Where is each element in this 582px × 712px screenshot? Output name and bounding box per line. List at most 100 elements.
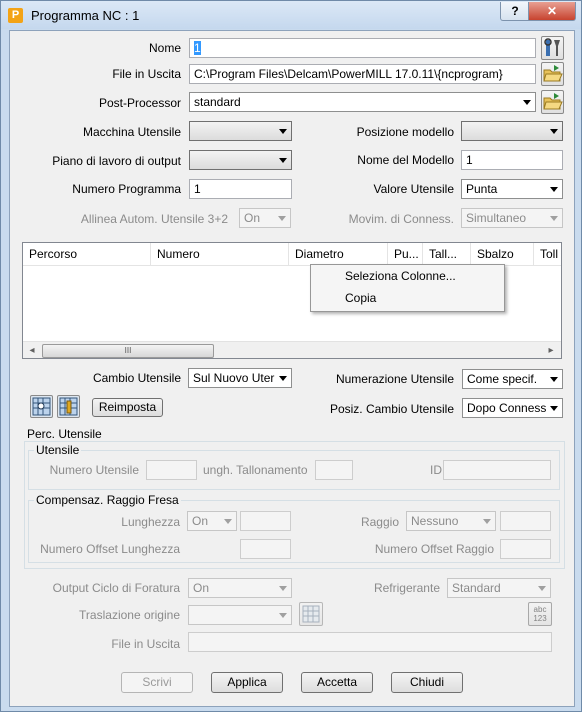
abc-123-icon[interactable]: abc 123 (528, 602, 552, 626)
numero-utensile-input[interactable] (146, 460, 197, 480)
lunghezza-label: Lunghezza (121, 515, 180, 529)
cambio-utensile-value: Sul Nuovo Uter (193, 371, 275, 385)
numerazione-utensile-label: Numerazione Utensile (335, 372, 454, 386)
file-uscita-bottom-label: File in Uscita (111, 637, 180, 651)
valore-utensile-value: Punta (466, 182, 498, 196)
grid-settings-icon[interactable] (30, 395, 53, 418)
tools-icon[interactable] (541, 36, 564, 60)
file-uscita-bottom-input[interactable] (188, 632, 552, 652)
chevron-down-icon (550, 187, 558, 192)
chevron-down-icon (279, 158, 287, 163)
chiudi-button[interactable]: Chiudi (391, 672, 463, 693)
chevron-down-icon (550, 377, 558, 382)
id-input[interactable] (443, 460, 551, 480)
folder-open-icon[interactable] (541, 90, 564, 114)
file-uscita-label: File in Uscita (112, 67, 181, 81)
raggio-value: Nessuno (411, 514, 459, 528)
dialog-window: P Programma NC : 1 ? ✕ Nome 1 File in Us… (0, 0, 582, 712)
nome-modello-input[interactable]: 1 (461, 150, 563, 170)
column-header[interactable]: Pu... (388, 243, 423, 265)
traslazione-label: Traslazione origine (79, 608, 180, 622)
app-icon: P (8, 8, 23, 23)
horizontal-scrollbar[interactable]: ◂ III ▸ (23, 341, 561, 358)
output-ciclo-label: Output Ciclo di Foratura (52, 581, 180, 595)
file-uscita-input[interactable]: C:\Program Files\Delcam\PowerMILL 17.0.1… (189, 64, 536, 84)
scrivi-button[interactable]: Scrivi (121, 672, 193, 693)
numero-utensile-label: Numero Utensile (49, 463, 139, 477)
close-button[interactable]: ✕ (528, 2, 576, 21)
reimposta-button[interactable]: Reimposta (92, 398, 163, 417)
lunghezza-select[interactable]: On (187, 511, 237, 531)
column-header[interactable]: Percorso (23, 243, 151, 265)
numero-programma-input[interactable]: 1 (189, 179, 292, 199)
table-header: Percorso Numero Diametro Pu... Tall... S… (23, 243, 561, 266)
raggio-label: Raggio (360, 515, 399, 529)
cambio-utensile-select[interactable]: Sul Nuovo Uter (188, 368, 292, 388)
help-button[interactable]: ? (500, 2, 530, 21)
compensaz-group-title: Compensaz. Raggio Fresa (34, 493, 181, 507)
lungh-tallonamento-label: ungh. Tallonamento (203, 463, 308, 477)
scroll-right-icon[interactable]: ▸ (545, 342, 557, 358)
applica-button[interactable]: Applica (211, 672, 283, 693)
raggio-input[interactable] (500, 511, 551, 531)
chevron-down-icon (523, 100, 531, 105)
numerazione-utensile-select[interactable]: Come specif. (462, 369, 563, 389)
posiz-cambio-select[interactable]: Dopo Conness (462, 398, 563, 418)
num-offset-raggio-input[interactable] (500, 539, 551, 559)
nome-modello-label: Nome del Modello (357, 153, 454, 167)
posizione-modello-select[interactable] (461, 121, 563, 141)
num-offset-raggio-label: Numero Offset Raggio (374, 542, 494, 556)
title-bar: P Programma NC : 1 ? ✕ (1, 1, 581, 29)
macchina-label: Macchina Utensile (82, 125, 181, 139)
nome-input[interactable]: 1 (189, 38, 536, 58)
allinea-label: Allinea Autom. Utensile 3+2 (80, 212, 228, 226)
column-header[interactable]: Sbalzo (471, 243, 534, 265)
chevron-down-icon (278, 216, 286, 221)
utensile-group-title: Utensile (34, 443, 82, 457)
post-processor-select[interactable]: standard (189, 92, 536, 112)
lunghezza-input[interactable] (240, 511, 291, 531)
scroll-left-icon[interactable]: ◂ (26, 342, 38, 358)
numero-programma-label: Numero Programma (72, 182, 181, 196)
window-title: Programma NC : 1 (31, 8, 140, 23)
chevron-down-icon (279, 129, 287, 134)
output-ciclo-select[interactable]: On (188, 578, 292, 598)
scroll-thumb[interactable]: III (42, 344, 214, 358)
num-text: 123 (533, 614, 547, 623)
folder-open-icon[interactable] (541, 62, 564, 86)
menu-item-copia[interactable]: Copia (345, 291, 376, 305)
allinea-select[interactable]: On (239, 208, 291, 228)
numerazione-utensile-value: Come specif. (467, 372, 538, 386)
column-header[interactable]: Tall... (423, 243, 471, 265)
chevron-down-icon (538, 586, 546, 591)
raggio-select[interactable]: Nessuno (406, 511, 496, 531)
refrigerante-label: Refrigerante (373, 581, 440, 595)
workplane-grid-icon[interactable] (299, 602, 323, 626)
num-offset-lunghezza-input[interactable] (240, 539, 291, 559)
tool-table-icon[interactable] (57, 395, 80, 418)
column-header[interactable]: Diametro (289, 243, 388, 265)
valore-utensile-select[interactable]: Punta (461, 179, 563, 199)
chevron-down-icon (224, 519, 232, 524)
nome-value: 1 (194, 41, 201, 55)
chevron-down-icon (550, 406, 558, 411)
accetta-button[interactable]: Accetta (301, 672, 373, 693)
lunghezza-value: On (192, 514, 209, 528)
column-header[interactable]: Numero (151, 243, 289, 265)
movim-value: Simultaneo (466, 211, 527, 225)
piano-select[interactable] (189, 150, 292, 170)
post-processor-value: standard (194, 95, 241, 109)
movim-select[interactable]: Simultaneo (461, 208, 563, 228)
cambio-utensile-label: Cambio Utensile (92, 371, 181, 385)
refrigerante-select[interactable]: Standard (447, 578, 551, 598)
valore-utensile-label: Valore Utensile (373, 182, 454, 196)
chevron-down-icon (279, 586, 287, 591)
traslazione-select[interactable] (188, 605, 292, 625)
macchina-select[interactable] (189, 121, 292, 141)
column-header[interactable]: Toll (534, 243, 561, 265)
menu-item-seleziona-colonne[interactable]: Seleziona Colonne... (345, 269, 456, 283)
posiz-cambio-value: Dopo Conness (467, 401, 547, 415)
refrigerante-value: Standard (452, 581, 501, 595)
movim-label: Movim. di Conness. (348, 212, 454, 226)
lungh-tallonamento-input[interactable] (315, 460, 353, 480)
